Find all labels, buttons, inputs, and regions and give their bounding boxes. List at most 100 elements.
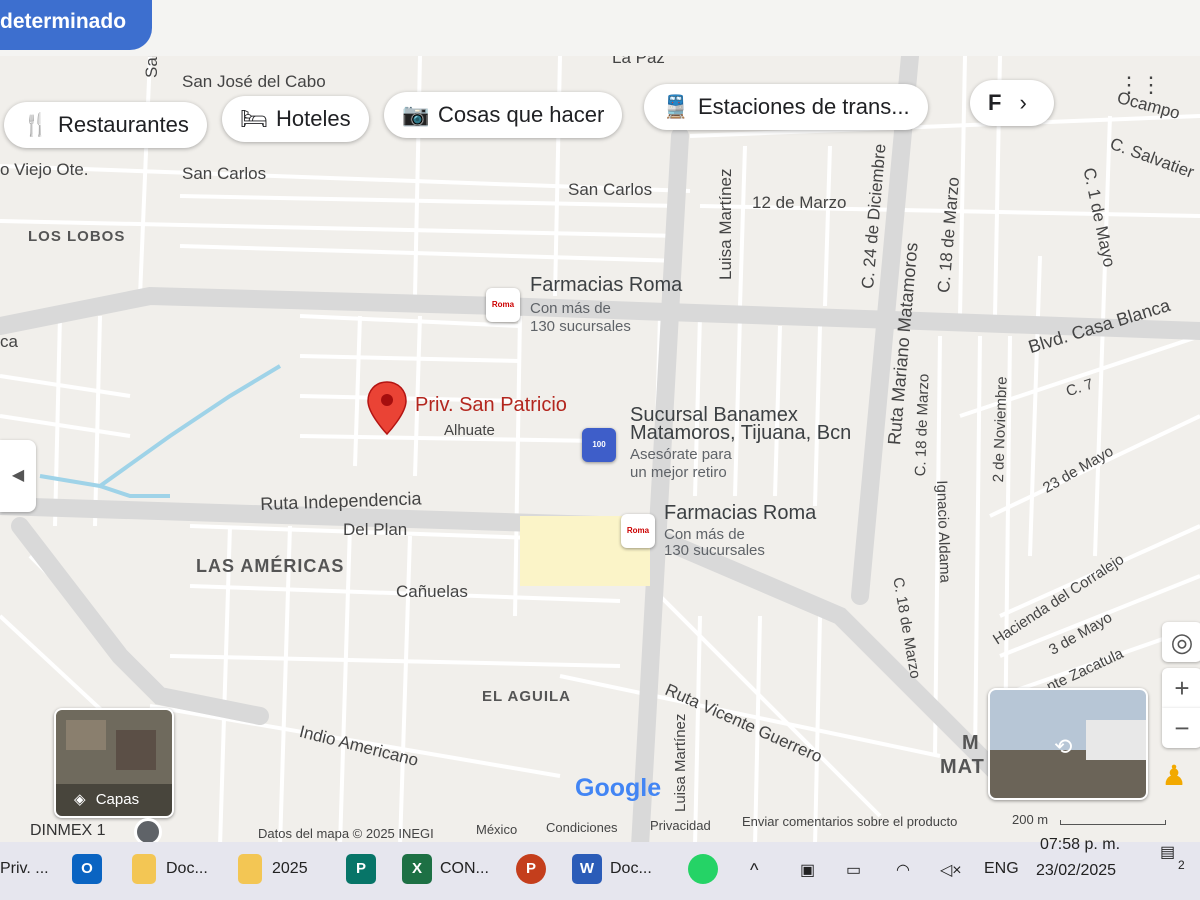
chip-estaciones[interactable]: 🚆 Estaciones de trans... xyxy=(644,84,928,130)
poi-title-2: Matamoros, Tijuana, Bcn xyxy=(630,422,852,444)
street-label: La Paz xyxy=(612,56,665,67)
zoom-out-button[interactable]: − xyxy=(1162,708,1200,748)
excel-icon[interactable]: X xyxy=(402,854,432,884)
poi-subtitle: Con más de xyxy=(530,300,611,317)
area-label: MAT xyxy=(940,756,985,778)
map-footer: Datos del mapa © 2025 INEGI México Condi… xyxy=(0,812,1200,842)
country-link[interactable]: México xyxy=(476,822,517,837)
plus-icon: + xyxy=(1174,673,1190,703)
outlook-icon[interactable]: O xyxy=(72,854,102,884)
minus-icon: − xyxy=(1174,713,1190,743)
taskbar-item[interactable]: Priv. ... xyxy=(0,860,49,878)
taskbar-item[interactable]: Doc... xyxy=(166,860,208,878)
notification-icon[interactable]: ▤ xyxy=(1160,842,1175,862)
poi-title[interactable]: Farmacias Roma xyxy=(664,502,816,525)
street-view-preview[interactable]: ⟲ xyxy=(988,688,1148,800)
whatsapp-icon[interactable] xyxy=(688,854,718,884)
chevron-up-icon[interactable]: ^ xyxy=(750,860,758,881)
powerpoint-icon[interactable]: P xyxy=(516,854,546,884)
mode-label: determinado xyxy=(0,10,127,33)
camera-icon[interactable]: ▣ xyxy=(800,860,815,880)
rotate-360-icon: ⟲ xyxy=(1054,734,1073,759)
street-label: San Carlos xyxy=(568,180,653,199)
atm-icon[interactable]: 100 xyxy=(582,428,616,462)
mute-icon[interactable]: ◁× xyxy=(940,860,962,880)
poi-subtitle: Con más de xyxy=(664,526,745,543)
train-icon: 🚆 xyxy=(662,94,690,119)
street-view-building xyxy=(1086,720,1146,760)
poi-subtitle: 130 sucursales xyxy=(664,542,765,559)
map-data-attribution: Datos del mapa © 2025 INEGI xyxy=(258,826,434,841)
chevron-right-icon: › xyxy=(1019,90,1027,115)
clock-time[interactable]: 07:58 p. m. xyxy=(1040,836,1120,854)
street-label: 12 de Marzo xyxy=(752,193,847,212)
collapse-panel-button[interactable]: ◀ xyxy=(0,440,36,512)
chip-label: Restaurantes xyxy=(58,112,189,137)
publisher-icon[interactable]: P xyxy=(346,854,376,884)
poi-subtitle: un mejor retiro xyxy=(630,464,727,481)
terms-link[interactable]: Condiciones xyxy=(546,820,618,835)
street-label: Ignacio Aldama xyxy=(933,480,954,584)
chip-hoteles[interactable]: 🛏 Hoteles xyxy=(222,96,369,142)
chip-cosas-que-hacer[interactable]: 📷 Cosas que hacer xyxy=(384,92,623,138)
location-pin[interactable] xyxy=(366,380,408,436)
wifi-icon[interactable]: ◠ xyxy=(896,860,910,880)
mode-pill[interactable]: determinado xyxy=(0,0,152,50)
language-indicator[interactable]: ENG xyxy=(984,860,1019,878)
chip-label: Hoteles xyxy=(276,106,351,131)
area-label-los-lobos: LOS LOBOS xyxy=(28,228,126,245)
street-label: San José del Cabo xyxy=(182,72,326,91)
taskbar-item[interactable]: 2025 xyxy=(272,860,308,878)
notification-count: 2 xyxy=(1178,858,1185,872)
apps-grid-icon[interactable]: ⋮⋮ xyxy=(1118,72,1162,98)
poi-title[interactable]: Farmacias Roma xyxy=(530,274,682,297)
chip-label: Estaciones de trans... xyxy=(698,94,910,119)
chip-label: F xyxy=(988,90,1002,115)
google-logo-text: Google xyxy=(575,774,662,802)
scale-bar xyxy=(1060,820,1166,825)
pharmacy-logo-icon[interactable]: Roma xyxy=(486,288,520,322)
crosshair-icon: ◎ xyxy=(1170,627,1194,657)
bed-icon: 🛏 xyxy=(240,106,268,131)
layers-icon: ◈ xyxy=(74,791,86,808)
my-location-button[interactable]: ◎ xyxy=(1162,622,1200,662)
taskbar: Priv. ... O Doc... 2025 P X CON... P W D… xyxy=(0,836,1200,900)
camera-icon: 📷 xyxy=(402,102,430,127)
area-label-el-aguila: EL AGUILA xyxy=(482,688,572,705)
privacy-link[interactable]: Privacidad xyxy=(650,818,711,833)
street-label: Del Plan xyxy=(343,520,408,539)
pegman-icon: ♟ xyxy=(1161,760,1187,791)
poi-subtitle: Asesórate para xyxy=(630,446,732,463)
street-label: Luisa Martínez xyxy=(716,168,735,281)
poi-subtitle: 130 sucursales xyxy=(530,318,631,335)
chip-more[interactable]: F › xyxy=(970,80,1054,126)
clock-date[interactable]: 23/02/2025 xyxy=(1036,862,1116,880)
restaurant-icon: 🍴 xyxy=(22,112,50,137)
layers-button[interactable]: ◈ Capas xyxy=(54,708,174,818)
chip-label: Cosas que hacer xyxy=(438,102,605,127)
street-label: San xyxy=(142,56,161,78)
feedback-link[interactable]: Enviar comentarios sobre el producto xyxy=(742,814,957,829)
scale-label[interactable]: 200 m xyxy=(1012,812,1048,827)
map-canvas[interactable]: La Paz San José del Cabo San o Viejo Ote… xyxy=(0,56,1200,846)
pharmacy-logo-icon[interactable]: Roma xyxy=(621,514,655,548)
browser-top-strip: determinado xyxy=(0,0,1200,62)
zoom-in-button[interactable]: + xyxy=(1162,668,1200,708)
word-icon[interactable]: W xyxy=(572,854,602,884)
area-label: M xyxy=(962,732,980,754)
taskbar-item[interactable]: Doc... xyxy=(610,860,652,878)
taskbar-item[interactable]: CON... xyxy=(440,860,489,878)
pin-title[interactable]: Priv. San Patricio xyxy=(415,394,567,417)
chip-restaurantes[interactable]: 🍴 Restaurantes xyxy=(4,102,207,148)
folder-icon[interactable] xyxy=(238,854,262,884)
street-label: San Carlos xyxy=(182,164,267,183)
street-label: o Viejo Ote. xyxy=(0,160,89,179)
satellite-thumb xyxy=(66,720,106,750)
street-label: Alhuate xyxy=(444,422,495,439)
battery-icon[interactable]: ▭ xyxy=(846,860,861,880)
chevron-left-icon: ◀ xyxy=(11,467,25,484)
folder-icon[interactable] xyxy=(132,854,156,884)
street-label: C. 18 de Marzo xyxy=(912,373,933,477)
google-logo: Google xyxy=(575,774,661,803)
pegman-button[interactable]: ♟ xyxy=(1154,756,1194,796)
